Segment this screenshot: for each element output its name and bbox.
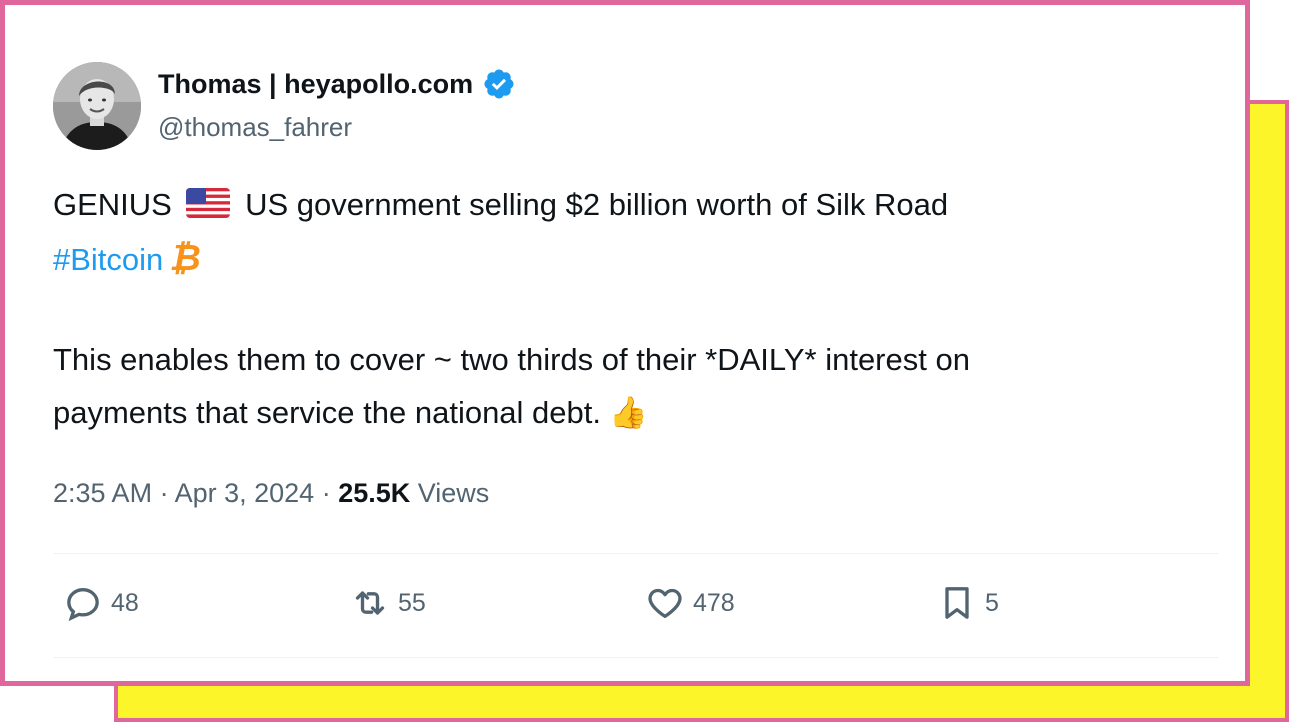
bookmark-count: 5: [985, 588, 999, 617]
views-label: Views: [410, 478, 490, 508]
display-name-text: Thomas | heyapollo.com: [158, 68, 474, 99]
repost-icon: [355, 591, 385, 615]
views-count: 25.5K: [338, 478, 411, 508]
tweet-text-line-1: GENIUS US government selling $2 billion …: [53, 187, 948, 223]
tweet-text: GENIUS: [53, 187, 172, 222]
tweet-text: US government selling $2 billion worth o…: [245, 187, 949, 222]
separator: ·: [152, 478, 175, 508]
repost-button[interactable]: 55: [350, 583, 426, 623]
reply-icon: [67, 587, 99, 622]
avatar[interactable]: [53, 62, 141, 150]
hashtag-link[interactable]: #Bitcoin: [53, 242, 163, 277]
bookmark-icon: [945, 587, 969, 619]
tweet-card: Thomas | heyapollo.com @thomas_fahrer GE…: [0, 0, 1250, 686]
tweet-text: payments that service the national debt.: [53, 395, 601, 430]
repost-count: 55: [398, 588, 426, 617]
author-handle[interactable]: @thomas_fahrer: [158, 112, 352, 143]
tweet-time[interactable]: 2:35 AM: [53, 478, 152, 508]
tweet-metadata: 2:35 AM · Apr 3, 2024 · 25.5K Views: [53, 478, 489, 509]
like-button[interactable]: 478: [645, 583, 735, 623]
us-flag-icon: [186, 188, 231, 218]
heart-icon: [648, 588, 682, 618]
like-count: 478: [693, 588, 735, 617]
reply-button[interactable]: 48: [63, 583, 139, 623]
separator: ·: [314, 478, 339, 508]
thumbs-up-icon: 👍: [609, 395, 648, 430]
tweet-text-line-4: payments that service the national debt.…: [53, 394, 648, 431]
tweet-text-line-3: This enables them to cover ~ two thirds …: [53, 342, 970, 377]
divider-bottom: [53, 657, 1219, 658]
tweet-text-line-2: #Bitcoin ₿: [53, 237, 201, 279]
divider-top: [53, 553, 1219, 554]
verified-badge-icon[interactable]: [482, 67, 516, 101]
avatar-photo: [53, 62, 141, 150]
author-display-name[interactable]: Thomas | heyapollo.com: [158, 67, 516, 101]
bookmark-button[interactable]: 5: [937, 583, 999, 623]
tweet-date[interactable]: Apr 3, 2024: [175, 478, 315, 508]
bitcoin-icon: ₿: [169, 237, 201, 278]
reply-count: 48: [111, 588, 139, 617]
